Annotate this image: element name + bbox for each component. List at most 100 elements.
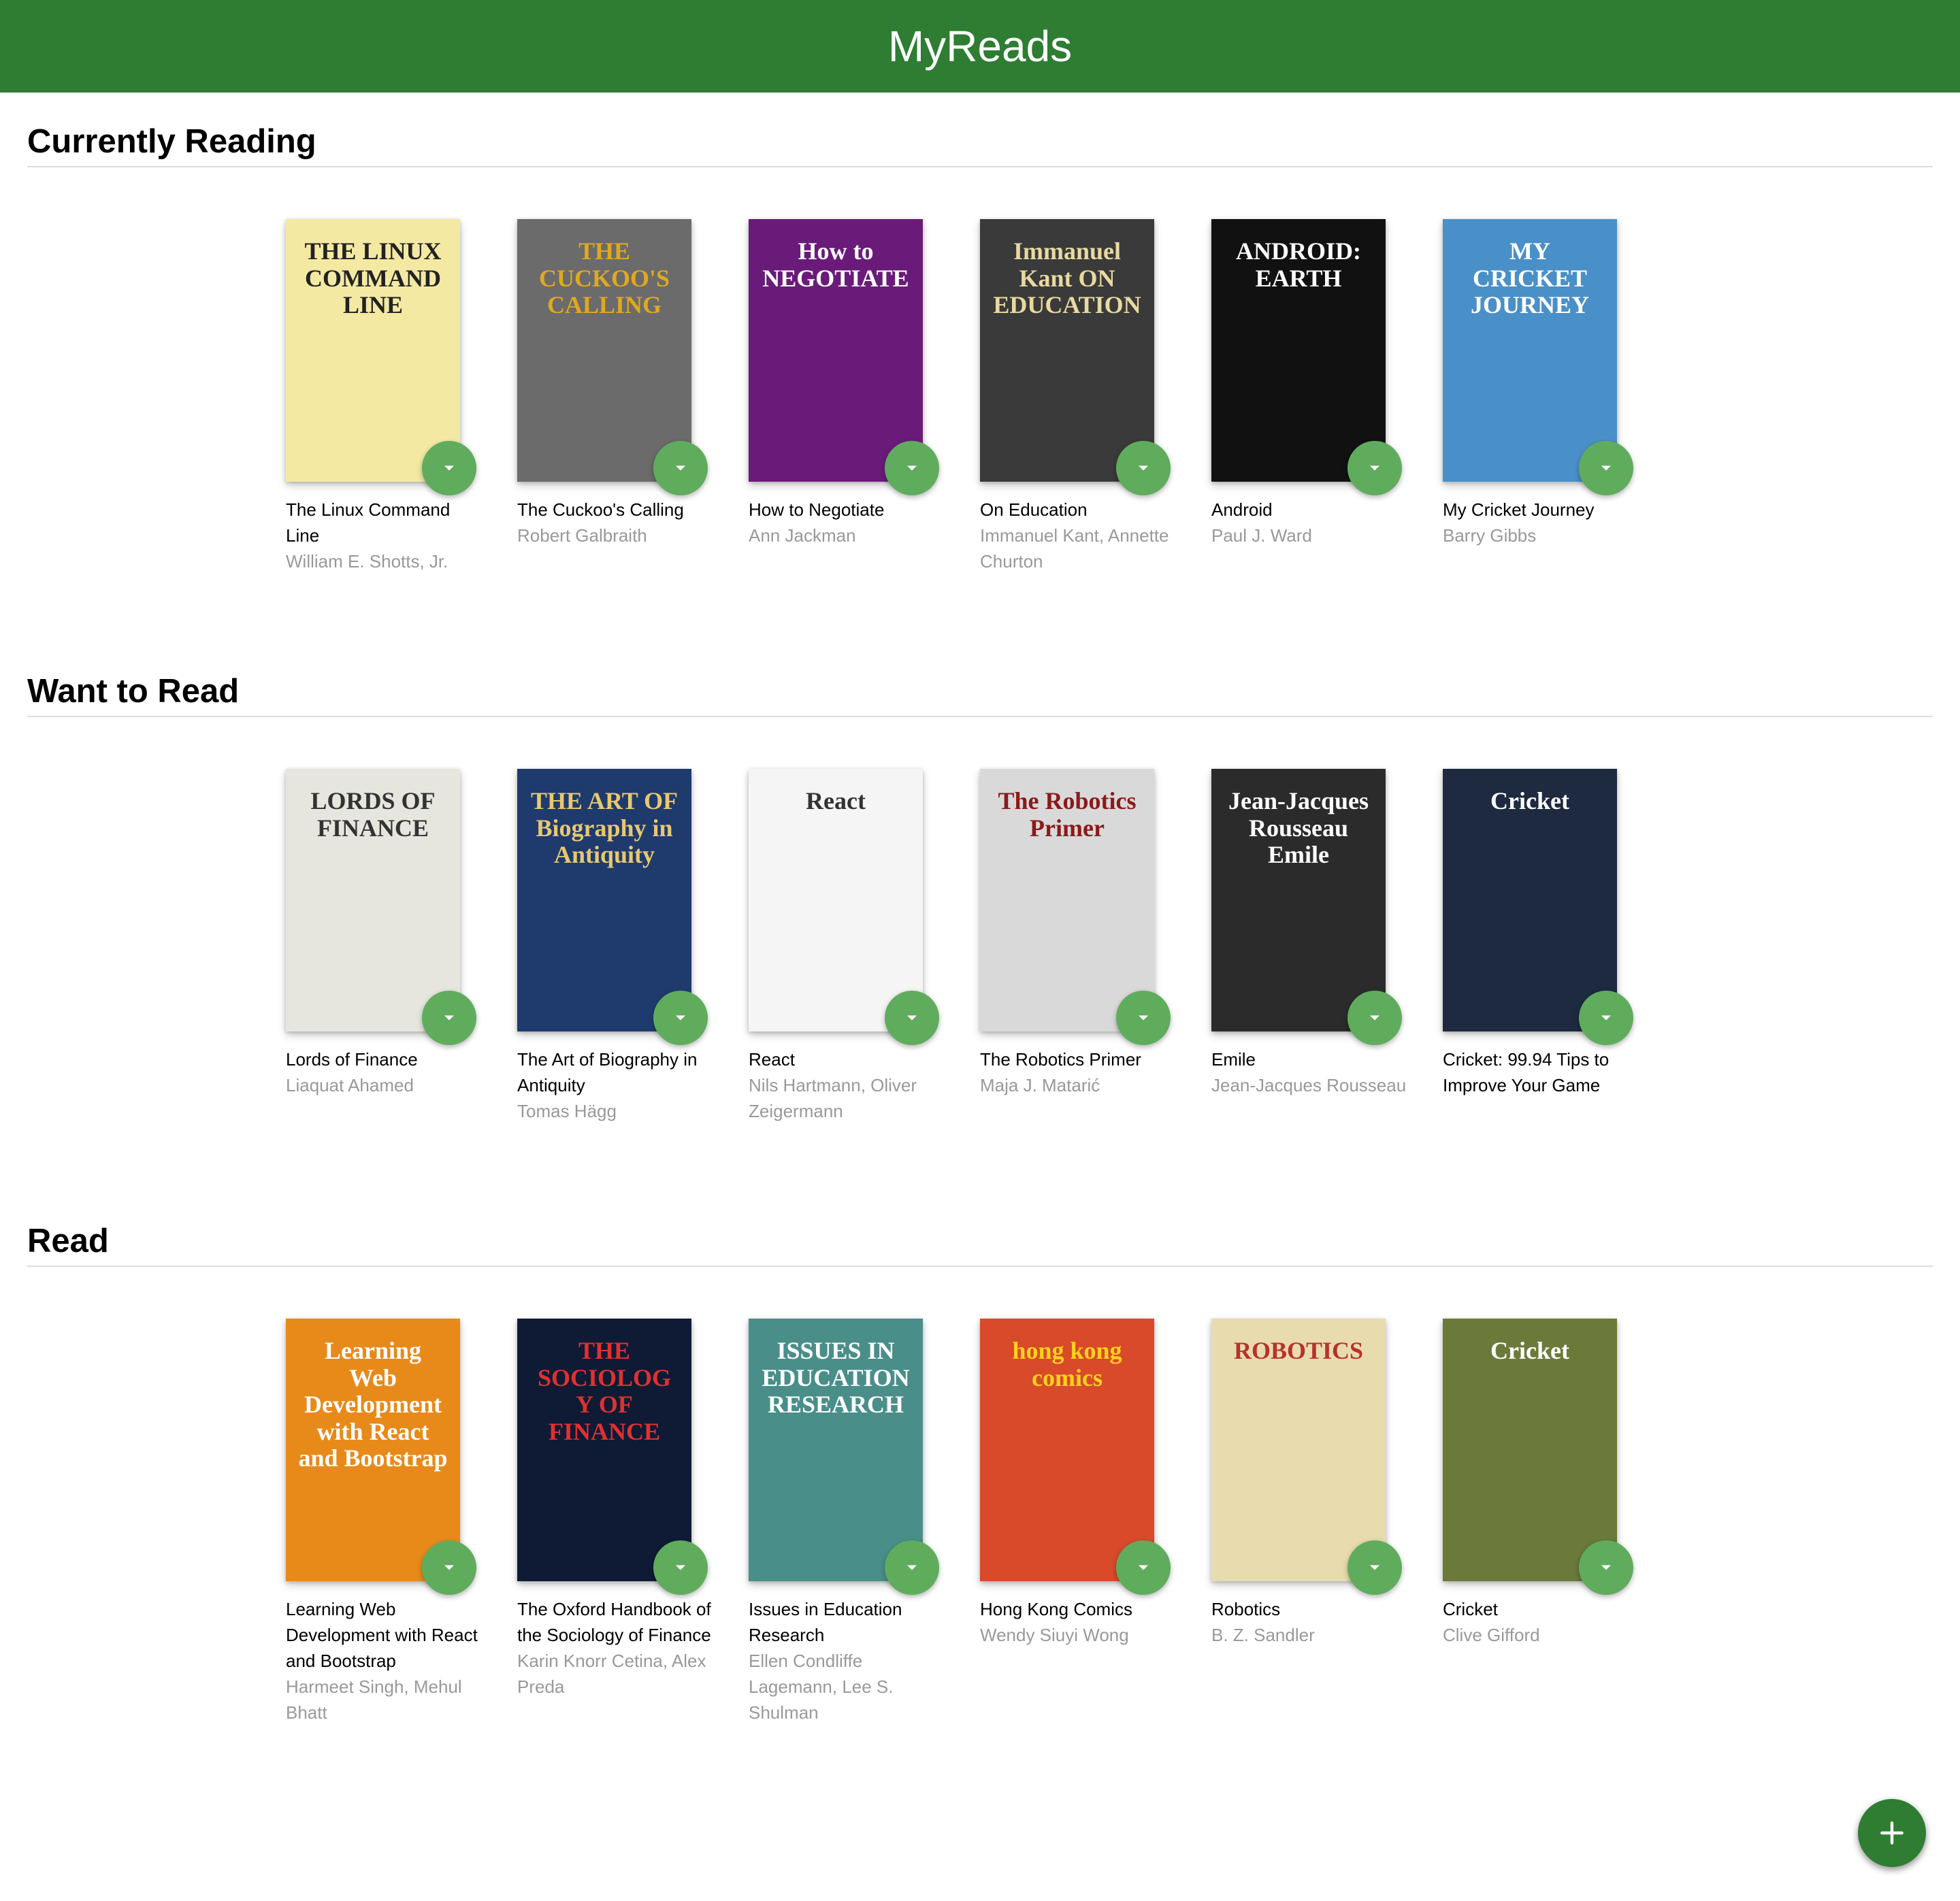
book-item: Immanuel Kant ON EDUCATION On Education Im…: [980, 219, 1211, 574]
shelf-changer-button[interactable]: [1348, 991, 1402, 1045]
book-cover: Jean-Jacques Rousseau Emile: [1211, 769, 1386, 1031]
book-item: THE CUCKOO'S CALLING The Cuckoo's Calling…: [517, 219, 749, 574]
book-item: THE ART OF Biography in Antiquity The Art…: [517, 769, 749, 1124]
book-cover: LORDS OF FINANCE: [286, 769, 460, 1031]
shelf-changer-button[interactable]: [422, 1540, 476, 1595]
book-cover: ISSUES IN EDUCATION RESEARCH: [749, 1319, 923, 1581]
book-cover: React: [749, 769, 923, 1031]
book: ROBOTICS Robotics B. Z. Sandler: [1211, 1319, 1402, 1648]
book-item: Learning Web Development with React and …: [286, 1319, 517, 1725]
book-authors: Barry Gibbs: [1443, 525, 1537, 546]
shelf-changer-button[interactable]: [653, 441, 708, 495]
book-authors: William E. Shotts, Jr.: [286, 551, 448, 572]
book: Cricket Cricket Clive Gifford: [1443, 1319, 1633, 1648]
book-top: LORDS OF FINANCE: [286, 769, 476, 1045]
book-title: Cricket: 99.94 Tips to Improve Your Game: [1443, 1049, 1610, 1095]
book-top: ROBOTICS: [1211, 1319, 1402, 1595]
book-item: MY CRICKET JOURNEY My Cricket Journey Barr…: [1443, 219, 1674, 574]
caret-down-icon: [1601, 1565, 1611, 1570]
book: ANDROID: EARTH Android Paul J. Ward: [1211, 219, 1402, 548]
book-authors: Maja J. Matarić: [980, 1075, 1100, 1095]
book-top: Cricket: [1443, 769, 1633, 1045]
shelf-changer-button[interactable]: [653, 991, 708, 1045]
book-cover-text: Learning Web Development with React and …: [298, 1337, 448, 1472]
caret-down-icon: [676, 465, 685, 471]
book-title: My Cricket Journey: [1443, 499, 1595, 520]
book-cover-text: LORDS OF FINANCE: [310, 787, 436, 842]
book-authors: Nils Hartmann, Oliver Zeigermann: [749, 1075, 917, 1121]
book-title: The Linux Command Line: [286, 499, 451, 546]
book-cover: THE SOCIOLOGY OF FINANCE: [517, 1319, 691, 1581]
book-cover: Immanuel Kant ON EDUCATION: [980, 219, 1154, 482]
book-item: The Robotics Primer The Robotics Primer Ma…: [980, 769, 1211, 1124]
book-authors: Harmeet Singh, Mehul Bhatt: [286, 1676, 462, 1723]
book: ISSUES IN EDUCATION RESEARCH Issues in Ed…: [749, 1319, 939, 1725]
shelf-changer-button[interactable]: [653, 1540, 708, 1595]
book: THE CUCKOO'S CALLING The Cuckoo's Calling…: [517, 219, 708, 548]
book-top: MY CRICKET JOURNEY: [1443, 219, 1633, 495]
book: hong kong comics Hong Kong Comics Wendy Si…: [980, 1319, 1171, 1648]
book-title: Lords of Finance: [286, 1049, 418, 1070]
shelf-changer-button[interactable]: [1348, 1540, 1402, 1595]
book: THE ART OF Biography in Antiquity The Art…: [517, 769, 708, 1124]
add-book-button[interactable]: [1858, 1799, 1926, 1867]
shelf-changer-button[interactable]: [1348, 441, 1402, 495]
book-title: On Education: [980, 499, 1088, 520]
book: Learning Web Development with React and …: [286, 1319, 478, 1725]
book-item: Jean-Jacques Rousseau Emile Emile Jean-Jac…: [1211, 769, 1443, 1124]
shelf-changer-button[interactable]: [1116, 991, 1171, 1045]
bookshelf: Read Learning Web Development with React …: [0, 1192, 1960, 1742]
caret-down-icon: [444, 1015, 454, 1021]
book-top: THE LINUX COMMAND LINE: [286, 219, 476, 495]
book: THE SOCIOLOGY OF FINANCE The Oxford Handb…: [517, 1319, 711, 1700]
book-cover-text: THE SOCIOLOGY OF FINANCE: [537, 1337, 672, 1445]
book-title: Hong Kong Comics: [980, 1599, 1132, 1619]
shelf-changer-button[interactable]: [1116, 441, 1171, 495]
book: LORDS OF FINANCE Lords of Finance Liaquat …: [286, 769, 476, 1098]
book: Jean-Jacques Rousseau Emile Emile Jean-Jac…: [1211, 769, 1406, 1098]
book-cover-text: Cricket: [1490, 1337, 1569, 1364]
book-cover: THE LINUX COMMAND LINE: [286, 219, 460, 482]
shelf-changer-button[interactable]: [885, 991, 939, 1045]
book-item: Cricket Cricket: 99.94 Tips to Improve Yo…: [1443, 769, 1674, 1124]
shelf-changer-button[interactable]: [1579, 441, 1633, 495]
book-item: THE SOCIOLOGY OF FINANCE The Oxford Handb…: [517, 1319, 749, 1725]
caret-down-icon: [907, 465, 917, 471]
book-item: LORDS OF FINANCE Lords of Finance Liaquat …: [286, 769, 517, 1124]
book-authors: Wendy Siuyi Wong: [980, 1625, 1129, 1645]
book-top: Learning Web Development with React and …: [286, 1319, 476, 1595]
shelf-changer-button[interactable]: [1579, 1540, 1633, 1595]
book-top: How to NEGOTIATE: [749, 219, 939, 495]
plus-icon: [1880, 1821, 1904, 1845]
shelf-changer-button[interactable]: [422, 991, 476, 1045]
book-authors: Clive Gifford: [1443, 1625, 1540, 1645]
book-authors: Karin Knorr Cetina, Alex Preda: [517, 1651, 706, 1697]
shelf-changer-button[interactable]: [1579, 991, 1633, 1045]
book-item: THE LINUX COMMAND LINE The Linux Command …: [286, 219, 517, 574]
caret-down-icon: [1370, 1015, 1379, 1021]
shelf-changer-button[interactable]: [885, 441, 939, 495]
book: MY CRICKET JOURNEY My Cricket Journey Barr…: [1443, 219, 1633, 548]
caret-down-icon: [676, 1015, 685, 1021]
book-title: The Robotics Primer: [980, 1049, 1141, 1070]
book-cover-text: THE LINUX COMMAND LINE: [304, 237, 442, 319]
book-cover-text: Jean-Jacques Rousseau Emile: [1228, 787, 1369, 869]
caret-down-icon: [1370, 1565, 1379, 1570]
book-authors: Ann Jackman: [749, 525, 856, 546]
shelf-changer-button[interactable]: [1116, 1540, 1171, 1595]
book-authors: Liaquat Ahamed: [286, 1075, 414, 1095]
bookshelf: Want to Read LORDS OF FINANCE Lords of Fin…: [0, 642, 1960, 1192]
shelf-title: Want to Read: [27, 642, 1933, 717]
book-item: ISSUES IN EDUCATION RESEARCH Issues in Ed…: [749, 1319, 980, 1725]
shelf-changer-button[interactable]: [422, 441, 476, 495]
book-cover-text: THE ART OF Biography in Antiquity: [530, 787, 679, 869]
book-authors: Jean-Jacques Rousseau: [1211, 1075, 1407, 1095]
book-authors: Tomas Hägg: [517, 1101, 617, 1121]
book-cover: ROBOTICS: [1211, 1319, 1386, 1581]
book-authors: Ellen Condliffe Lagemann, Lee S. Shulman: [749, 1651, 894, 1723]
app-title: MyReads: [887, 22, 1073, 71]
book: Cricket Cricket: 99.94 Tips to Improve Yo…: [1443, 769, 1633, 1098]
books-grid: LORDS OF FINANCE Lords of Finance Liaquat …: [27, 717, 1933, 1124]
book-item: ROBOTICS Robotics B. Z. Sandler: [1211, 1319, 1443, 1725]
shelf-changer-button[interactable]: [885, 1540, 939, 1595]
